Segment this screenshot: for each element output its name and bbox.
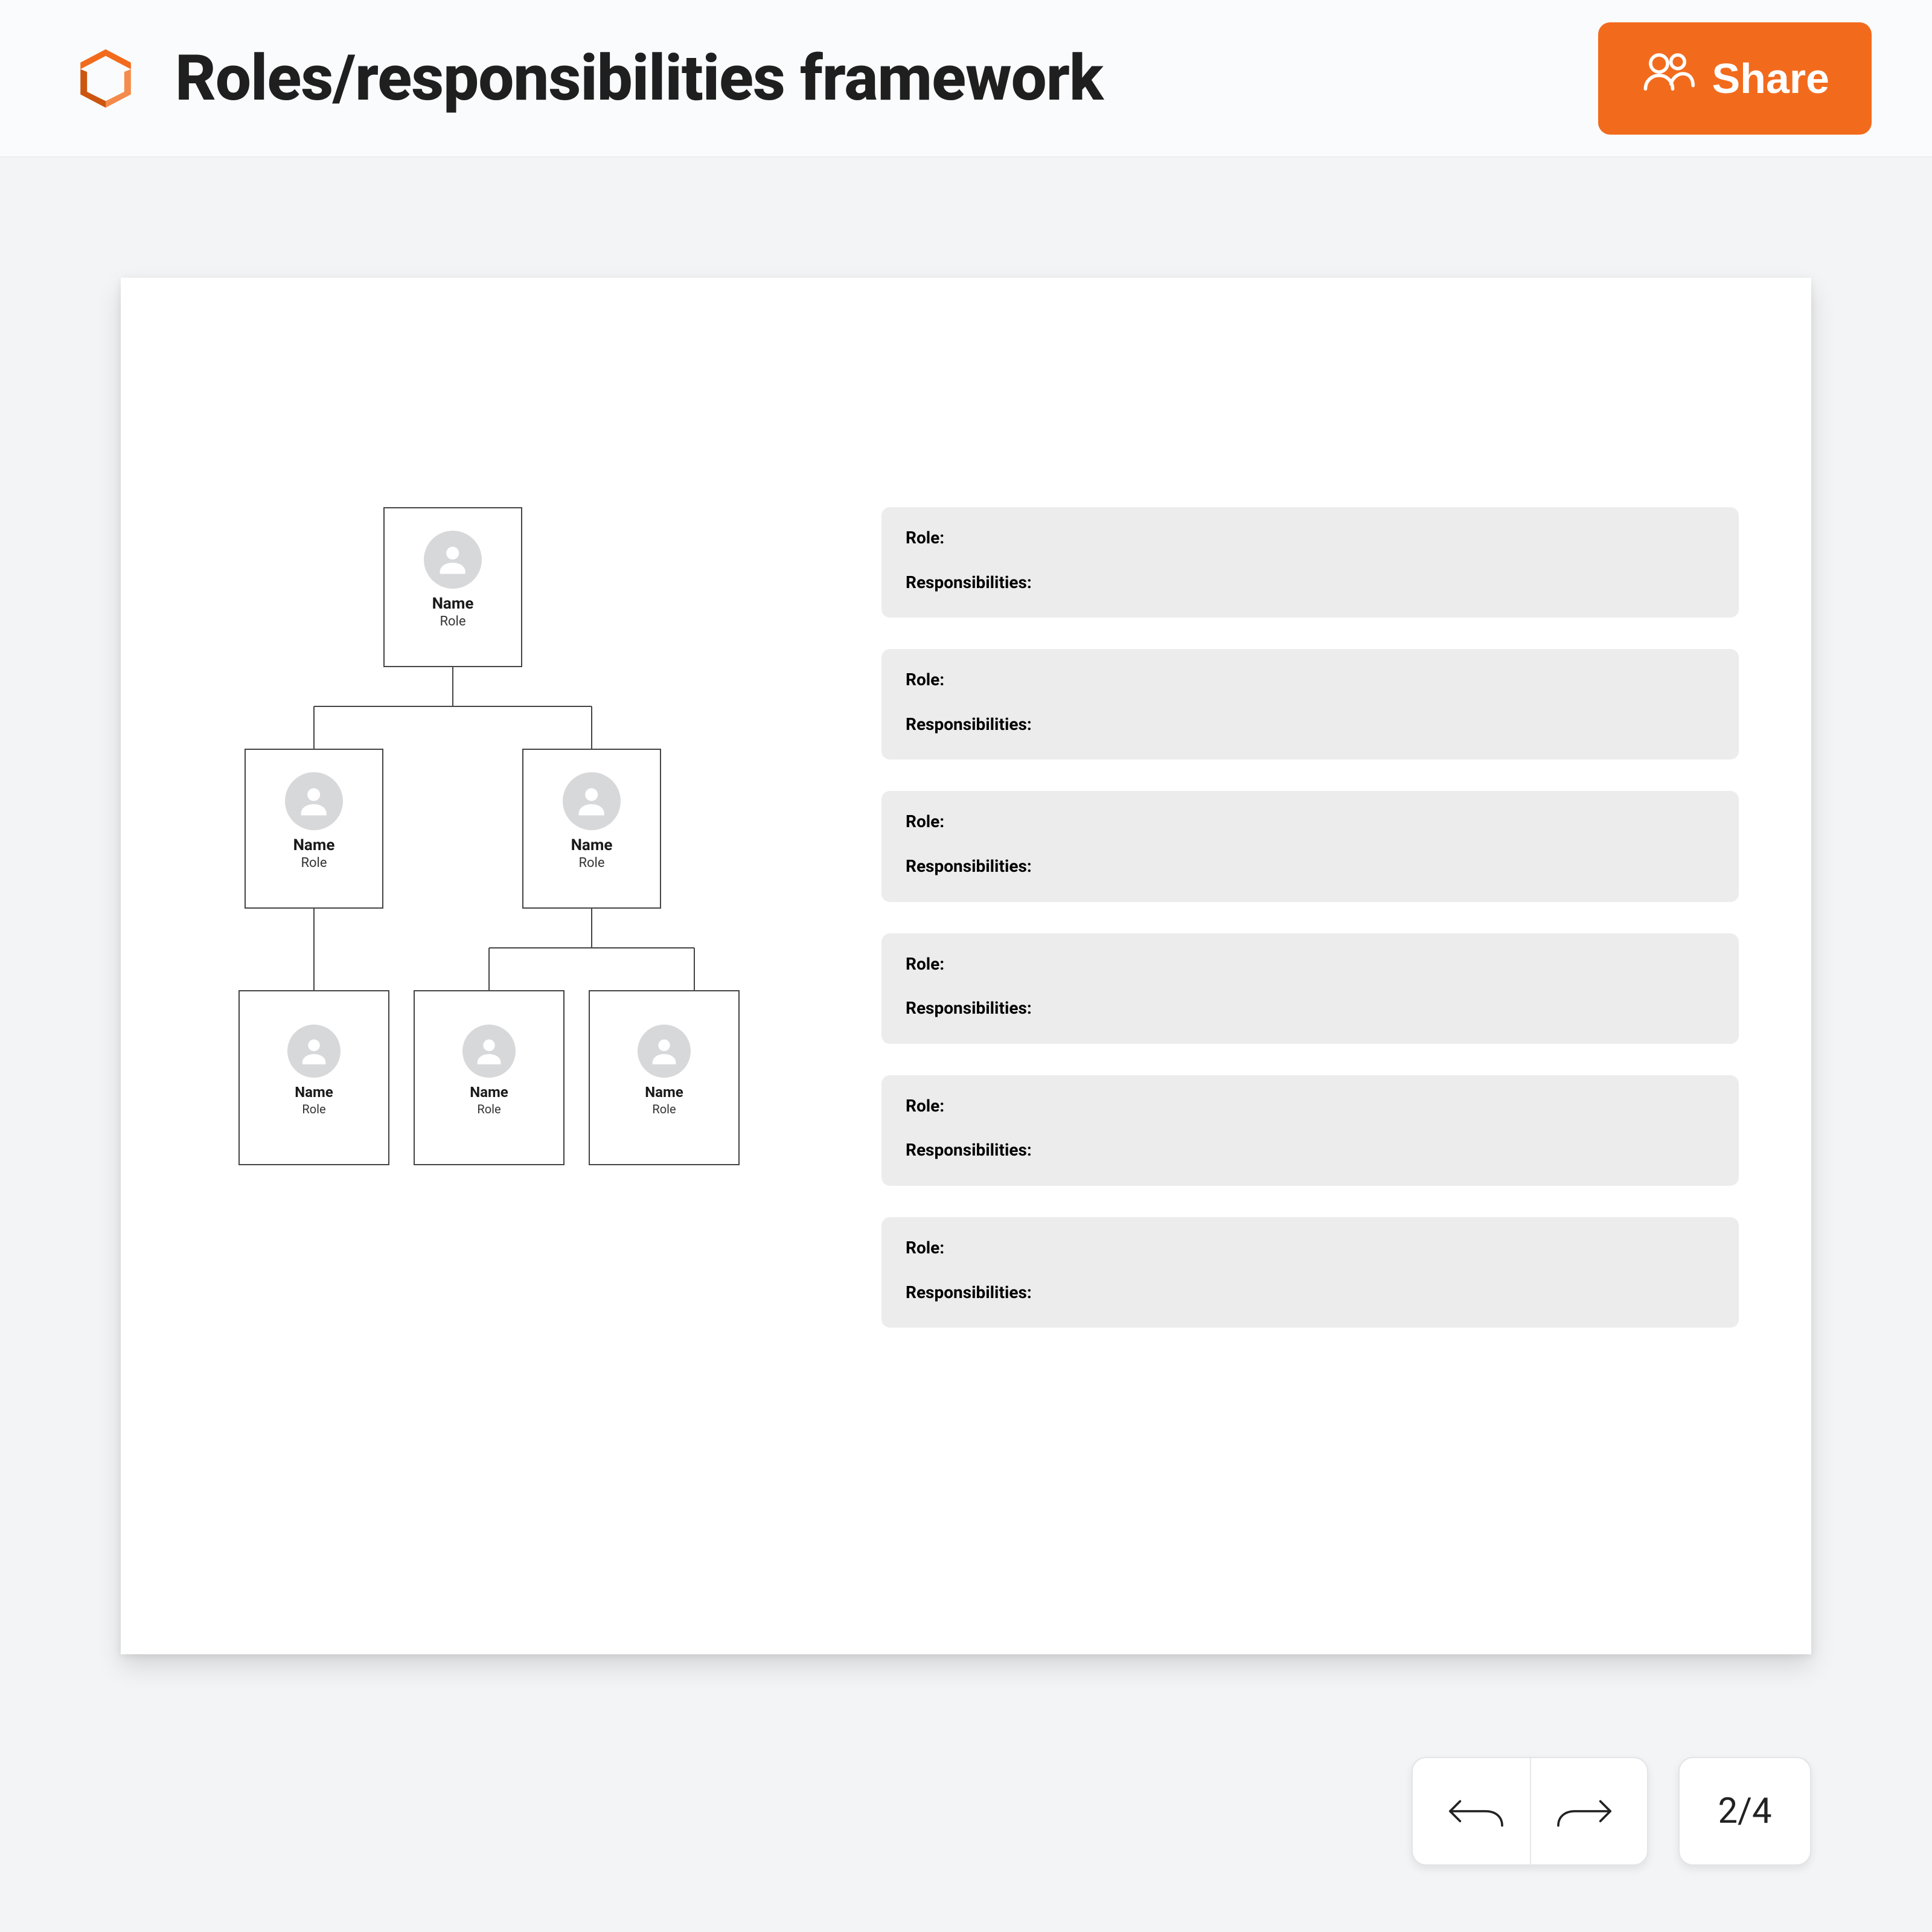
avatar-icon bbox=[462, 1025, 516, 1078]
role-label: Role: bbox=[906, 1238, 1715, 1258]
people-icon bbox=[1640, 46, 1695, 110]
app-header: Roles/responsibilities framework Share bbox=[0, 0, 1932, 157]
org-node[interactable]: Name Role bbox=[238, 990, 389, 1165]
redo-icon bbox=[1552, 1790, 1618, 1834]
redo-button[interactable] bbox=[1530, 1758, 1639, 1864]
avatar-icon bbox=[563, 772, 621, 830]
role-label: Role: bbox=[906, 670, 1715, 690]
responsibility-card[interactable]: Role: Responsibilities: bbox=[881, 933, 1739, 1044]
org-chart[interactable]: Name Role Name Role Name Role bbox=[193, 507, 785, 1201]
role-label: Role: bbox=[906, 811, 1715, 832]
org-node[interactable]: Name Role bbox=[589, 990, 740, 1165]
responsibilities-label: Responsibilities: bbox=[906, 856, 1715, 877]
responsibilities-column: Role: Responsibilities: Role: Responsibi… bbox=[881, 507, 1739, 1534]
org-node-role: Role bbox=[301, 856, 327, 871]
share-button[interactable]: Share bbox=[1598, 22, 1872, 135]
canvas-area: Name Role Name Role Name Role bbox=[0, 157, 1932, 1678]
org-node[interactable]: Name Role bbox=[414, 990, 565, 1165]
avatar-icon bbox=[285, 772, 343, 830]
org-node-role: Role bbox=[302, 1102, 325, 1116]
responsibility-card[interactable]: Role: Responsibilities: bbox=[881, 649, 1739, 760]
page-indicator[interactable]: 2/4 bbox=[1678, 1757, 1811, 1866]
avatar-icon bbox=[638, 1025, 691, 1078]
role-label: Role: bbox=[906, 954, 1715, 974]
org-node-name: Name bbox=[645, 1084, 683, 1101]
org-node-name: Name bbox=[571, 836, 613, 854]
responsibility-card[interactable]: Role: Responsibilities: bbox=[881, 791, 1739, 901]
org-node-role: Role bbox=[440, 614, 465, 629]
responsibilities-label: Responsibilities: bbox=[906, 1140, 1715, 1160]
org-node-role: Role bbox=[652, 1102, 676, 1116]
page-indicator-text: 2/4 bbox=[1718, 1791, 1771, 1832]
responsibility-card[interactable]: Role: Responsibilities: bbox=[881, 507, 1739, 618]
bottom-controls: 2/4 bbox=[1412, 1757, 1811, 1866]
org-node-role: Role bbox=[578, 856, 604, 871]
responsibilities-label: Responsibilities: bbox=[906, 714, 1715, 735]
org-node[interactable]: Name Role bbox=[245, 749, 383, 909]
responsibilities-label: Responsibilities: bbox=[906, 572, 1715, 593]
avatar-icon bbox=[424, 531, 482, 589]
app-logo-icon bbox=[72, 45, 139, 112]
undo-icon bbox=[1442, 1790, 1509, 1834]
org-node-name: Name bbox=[295, 1084, 333, 1101]
responsibility-card[interactable]: Role: Responsibilities: bbox=[881, 1217, 1739, 1328]
undo-redo-group bbox=[1412, 1757, 1648, 1866]
document-title: Roles/responsibilities framework bbox=[175, 41, 1562, 115]
org-node-role: Role bbox=[477, 1102, 501, 1116]
undo-button[interactable] bbox=[1421, 1758, 1530, 1864]
org-node-name: Name bbox=[470, 1084, 508, 1101]
org-node-name: Name bbox=[432, 595, 474, 613]
org-node[interactable]: Name Role bbox=[383, 507, 522, 667]
share-button-label: Share bbox=[1712, 54, 1829, 103]
document-page[interactable]: Name Role Name Role Name Role bbox=[121, 278, 1811, 1654]
org-node[interactable]: Name Role bbox=[522, 749, 661, 909]
responsibilities-label: Responsibilities: bbox=[906, 1282, 1715, 1303]
avatar-icon bbox=[287, 1025, 341, 1078]
responsibility-card[interactable]: Role: Responsibilities: bbox=[881, 1075, 1739, 1186]
role-label: Role: bbox=[906, 1096, 1715, 1116]
responsibilities-label: Responsibilities: bbox=[906, 998, 1715, 1019]
org-node-name: Name bbox=[293, 836, 335, 854]
role-label: Role: bbox=[906, 528, 1715, 548]
